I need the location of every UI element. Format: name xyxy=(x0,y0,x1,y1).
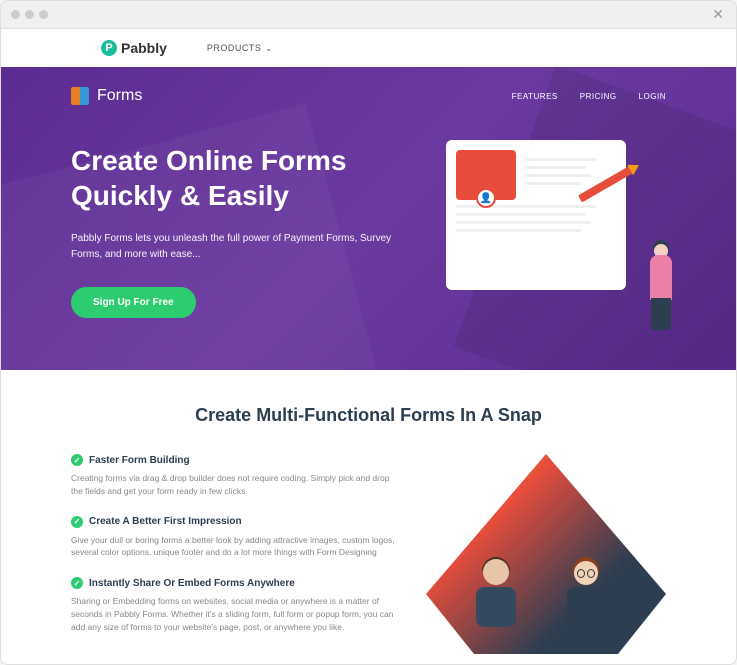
people-illustration xyxy=(426,454,666,654)
feature-description: Sharing or Embedding forms on websites, … xyxy=(71,595,396,633)
features-section: Create Multi-Functional Forms In A Snap … xyxy=(1,370,736,664)
forms-label: Forms xyxy=(97,87,142,105)
feature-item: ✓ Instantly Share Or Embed Forms Anywher… xyxy=(71,577,396,633)
window-dot[interactable] xyxy=(39,10,48,19)
person-illustration xyxy=(636,230,686,330)
person-1 xyxy=(466,559,526,639)
signup-button[interactable]: Sign Up For Free xyxy=(71,287,196,318)
avatar-icon: 👤 xyxy=(476,188,496,208)
features-list: ✓ Faster Form Building Creating forms vi… xyxy=(71,454,396,651)
window-dot[interactable] xyxy=(11,10,20,19)
page-content: P Pabbly PRODUCTS ⌄ Forms FEATURES PRICI… xyxy=(1,29,736,664)
forms-logo[interactable]: Forms xyxy=(71,87,142,105)
hero-body: Create Online Forms Quickly & Easily Pab… xyxy=(71,140,666,320)
products-dropdown[interactable]: PRODUCTS ⌄ xyxy=(207,43,273,53)
chevron-down-icon: ⌄ xyxy=(265,44,272,53)
features-image xyxy=(426,454,666,654)
section-title: Create Multi-Functional Forms In A Snap xyxy=(71,405,666,426)
hero-description: Pabbly Forms lets you unleash the full p… xyxy=(71,231,411,263)
window-dot[interactable] xyxy=(25,10,34,19)
browser-frame: ✕ P Pabbly PRODUCTS ⌄ Forms FEATURES xyxy=(0,0,737,665)
check-icon: ✓ xyxy=(71,454,83,466)
check-icon: ✓ xyxy=(71,577,83,589)
feature-title: ✓ Instantly Share Or Embed Forms Anywher… xyxy=(71,577,396,589)
feature-title-text: Instantly Share Or Embed Forms Anywhere xyxy=(89,578,295,589)
form-card-illustration: 👤 xyxy=(446,140,626,290)
hero-section: Forms FEATURES PRICING LOGIN Create Onli… xyxy=(1,67,736,370)
forms-icon xyxy=(71,87,89,105)
feature-description: Creating forms via drag & drop builder d… xyxy=(71,472,396,498)
brand-icon: P xyxy=(101,40,117,56)
close-icon[interactable]: ✕ xyxy=(712,6,724,23)
hero-nav-links: FEATURES PRICING LOGIN xyxy=(512,92,666,101)
hero-navigation: Forms FEATURES PRICING LOGIN xyxy=(71,87,666,105)
feature-title: ✓ Faster Form Building xyxy=(71,454,396,466)
browser-titlebar: ✕ xyxy=(1,1,736,29)
hero-title: Create Online Forms Quickly & Easily xyxy=(71,143,411,213)
window-controls xyxy=(11,10,48,19)
feature-item: ✓ Faster Form Building Creating forms vi… xyxy=(71,454,396,498)
form-lines-bottom xyxy=(456,205,616,232)
hero-text: Create Online Forms Quickly & Easily Pab… xyxy=(71,143,411,318)
brand-logo[interactable]: P Pabbly xyxy=(101,40,167,56)
brand-name: Pabbly xyxy=(121,40,167,56)
nav-pricing[interactable]: PRICING xyxy=(580,92,617,101)
feature-item: ✓ Create A Better First Impression Give … xyxy=(71,516,396,560)
features-grid: ✓ Faster Form Building Creating forms vi… xyxy=(71,454,666,654)
check-icon: ✓ xyxy=(71,516,83,528)
feature-title-text: Faster Form Building xyxy=(89,455,190,466)
feature-description: Give your dull or boring forms a better … xyxy=(71,534,396,560)
feature-title-text: Create A Better First Impression xyxy=(89,516,242,527)
person-2 xyxy=(556,559,616,639)
products-label: PRODUCTS xyxy=(207,43,262,53)
top-navigation: P Pabbly PRODUCTS ⌄ xyxy=(1,29,736,67)
feature-title: ✓ Create A Better First Impression xyxy=(71,516,396,528)
nav-features[interactable]: FEATURES xyxy=(512,92,558,101)
card-header: 👤 xyxy=(456,150,516,200)
hero-illustration: 👤 xyxy=(446,140,666,320)
nav-login[interactable]: LOGIN xyxy=(639,92,666,101)
